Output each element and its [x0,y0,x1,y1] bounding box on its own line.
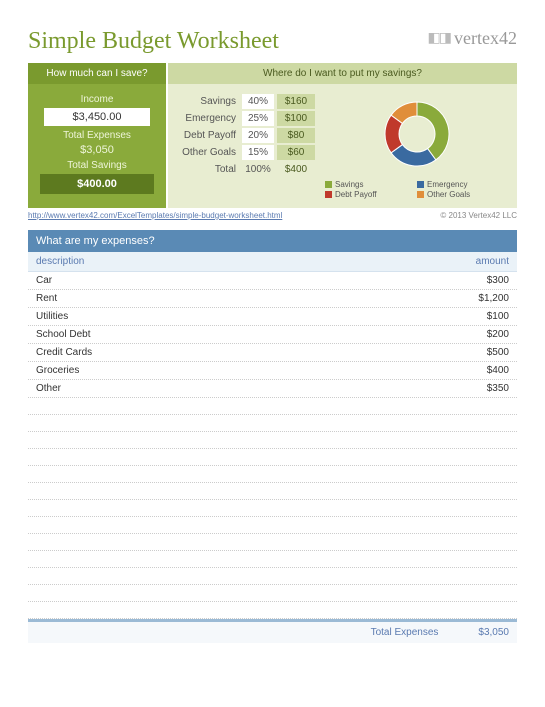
legend-item: Emergency [417,180,509,189]
total-expenses-label: Total Expenses [36,130,158,141]
expense-amount: $100 [487,311,509,322]
allocation-row: Debt Payoff20%$80 [180,128,315,143]
expense-row-blank[interactable] [28,466,517,483]
expense-row[interactable]: Rent $1,200 [28,290,517,308]
total-savings-label: Total Savings [36,160,158,171]
source-link[interactable]: http://www.vertex42.com/ExcelTemplates/s… [28,211,282,220]
allocation-panel-header: Where do I want to put my savings? [168,63,517,84]
expense-row-blank[interactable] [28,415,517,432]
legend-item: Debt Payoff [325,190,417,199]
expenses-total-row: Total Expenses $3,050 [28,622,517,643]
allocation-total-row: Total100%$400 [180,162,315,177]
expense-row-blank[interactable] [28,449,517,466]
expense-row[interactable]: Utilities $100 [28,308,517,326]
allocation-donut-chart [377,94,457,174]
expense-row[interactable]: Car $300 [28,272,517,290]
allocation-pct-input[interactable]: 40% [242,94,274,109]
expense-row-blank[interactable] [28,602,517,619]
expense-desc: School Debt [36,329,90,340]
expense-row-blank[interactable] [28,500,517,517]
expense-row[interactable]: Other $350 [28,380,517,398]
expense-row[interactable]: Credit Cards $500 [28,344,517,362]
allocation-table: Savings40%$160 Emergency25%$100 Debt Pay… [180,94,315,200]
expenses-column-header: description amount [28,252,517,272]
expense-amount: $300 [487,275,509,286]
allocation-pct-input[interactable]: 15% [242,145,274,160]
savings-summary-panel: How much can I save? Income $3,450.00 To… [28,63,166,208]
expense-row-blank[interactable] [28,534,517,551]
expense-desc: Rent [36,293,57,304]
expense-row[interactable]: School Debt $200 [28,326,517,344]
expense-desc: Credit Cards [36,347,92,358]
expense-row-blank[interactable] [28,398,517,415]
expense-row-blank[interactable] [28,483,517,500]
allocation-row: Other Goals15%$60 [180,145,315,160]
chart-legend: SavingsEmergencyDebt PayoffOther Goals [325,180,509,200]
logo: ◧◨vertex42 [428,28,517,49]
expense-amount: $400 [487,365,509,376]
allocation-pct-input[interactable]: 20% [242,128,274,143]
allocation-pct-input[interactable]: 25% [242,111,274,126]
legend-item: Other Goals [417,190,509,199]
expense-amount: $500 [487,347,509,358]
total-expenses-value: $3,050 [36,144,158,156]
expense-desc: Car [36,275,52,286]
savings-panel-header: How much can I save? [28,63,166,84]
allocation-panel: Where do I want to put my savings? Savin… [168,63,517,208]
expense-desc: Other [36,383,61,394]
expense-desc: Utilities [36,311,68,322]
income-value[interactable]: $3,450.00 [44,108,150,126]
total-savings-value: $400.00 [40,174,154,194]
expense-amount: $1,200 [478,293,509,304]
income-label: Income [36,94,158,105]
expense-row-blank[interactable] [28,568,517,585]
copyright-text: © 2013 Vertex42 LLC [440,211,517,220]
page-title: Simple Budget Worksheet [28,28,279,55]
expense-row-blank[interactable] [28,432,517,449]
allocation-row: Savings40%$160 [180,94,315,109]
expense-row[interactable]: Groceries $400 [28,362,517,380]
expense-row-blank[interactable] [28,517,517,534]
legend-item: Savings [325,180,417,189]
expense-row-blank[interactable] [28,551,517,568]
expense-amount: $350 [487,383,509,394]
expenses-header: What are my expenses? [28,230,517,252]
expense-amount: $200 [487,329,509,340]
expense-row-blank[interactable] [28,585,517,602]
expense-desc: Groceries [36,365,79,376]
expenses-table: Car $300 Rent $1,200 Utilities $100 School Deb… [28,272,517,619]
allocation-row: Emergency25%$100 [180,111,315,126]
